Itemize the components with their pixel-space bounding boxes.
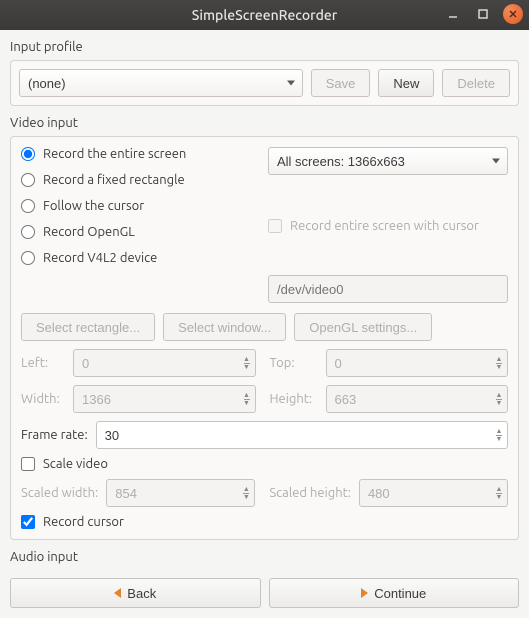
back-button[interactable]: Back [10,578,261,608]
radio-record-opengl-input[interactable] [21,225,35,239]
frame-rate-label: Frame rate: [21,428,88,442]
minimize-button[interactable] [443,4,463,24]
left-label: Left: [21,356,65,370]
height-label: Height: [270,392,318,406]
record-cursor-check[interactable]: Record cursor [21,515,124,529]
titlebar: SimpleScreenRecorder [0,0,529,30]
arrow-left-icon [114,588,121,598]
footer-buttons: Back Continue [0,578,529,618]
radio-record-entire[interactable]: Record the entire screen [21,147,268,161]
input-profile-label: Input profile [10,40,519,54]
new-button[interactable]: New [378,69,434,97]
opengl-settings-button: OpenGL settings... [294,313,432,341]
record-entire-cursor-check: Record entire screen with cursor [268,219,479,233]
record-cursor-input[interactable] [21,515,35,529]
height-input [326,385,509,413]
width-input [73,385,256,413]
screens-select[interactable]: All screens: 1366x663 [268,147,508,175]
maximize-button[interactable] [473,4,493,24]
audio-input-label: Audio input [10,550,519,564]
scale-video-input[interactable] [21,457,35,471]
width-label: Width: [21,392,65,406]
scale-video-check[interactable]: Scale video [21,457,108,471]
select-rectangle-button: Select rectangle... [21,313,155,341]
delete-button[interactable]: Delete [442,69,510,97]
radio-follow-cursor-input[interactable] [21,199,35,213]
video-input-label: Video input [10,116,519,130]
profile-select[interactable]: (none) [19,69,303,97]
window-title: SimpleScreenRecorder [192,7,337,23]
window-controls [443,4,523,24]
scaled-width-input [106,479,255,507]
radio-record-opengl[interactable]: Record OpenGL [21,225,268,239]
continue-button[interactable]: Continue [269,578,520,608]
radio-record-entire-input[interactable] [21,147,35,161]
input-profile-group: (none) Save New Delete [10,60,519,106]
top-input [326,349,509,377]
radio-record-v4l2-input[interactable] [21,251,35,265]
video-input-group: Record the entire screen Record a fixed … [10,136,519,540]
arrow-right-icon [361,588,368,598]
radio-follow-cursor[interactable]: Follow the cursor [21,199,268,213]
radio-record-fixed-input[interactable] [21,173,35,187]
scaled-width-label: Scaled width: [21,486,98,500]
radio-record-fixed[interactable]: Record a fixed rectangle [21,173,268,187]
top-label: Top: [270,356,318,370]
scaled-height-label: Scaled height: [269,486,351,500]
left-input [73,349,256,377]
close-button[interactable] [503,4,523,24]
frame-rate-input[interactable] [96,421,508,449]
record-entire-cursor-input [268,219,282,233]
save-button[interactable]: Save [311,69,371,97]
select-window-button: Select window... [163,313,286,341]
radio-record-v4l2[interactable]: Record V4L2 device [21,251,268,265]
v4l2-device-input [268,275,508,303]
scaled-height-input [359,479,508,507]
